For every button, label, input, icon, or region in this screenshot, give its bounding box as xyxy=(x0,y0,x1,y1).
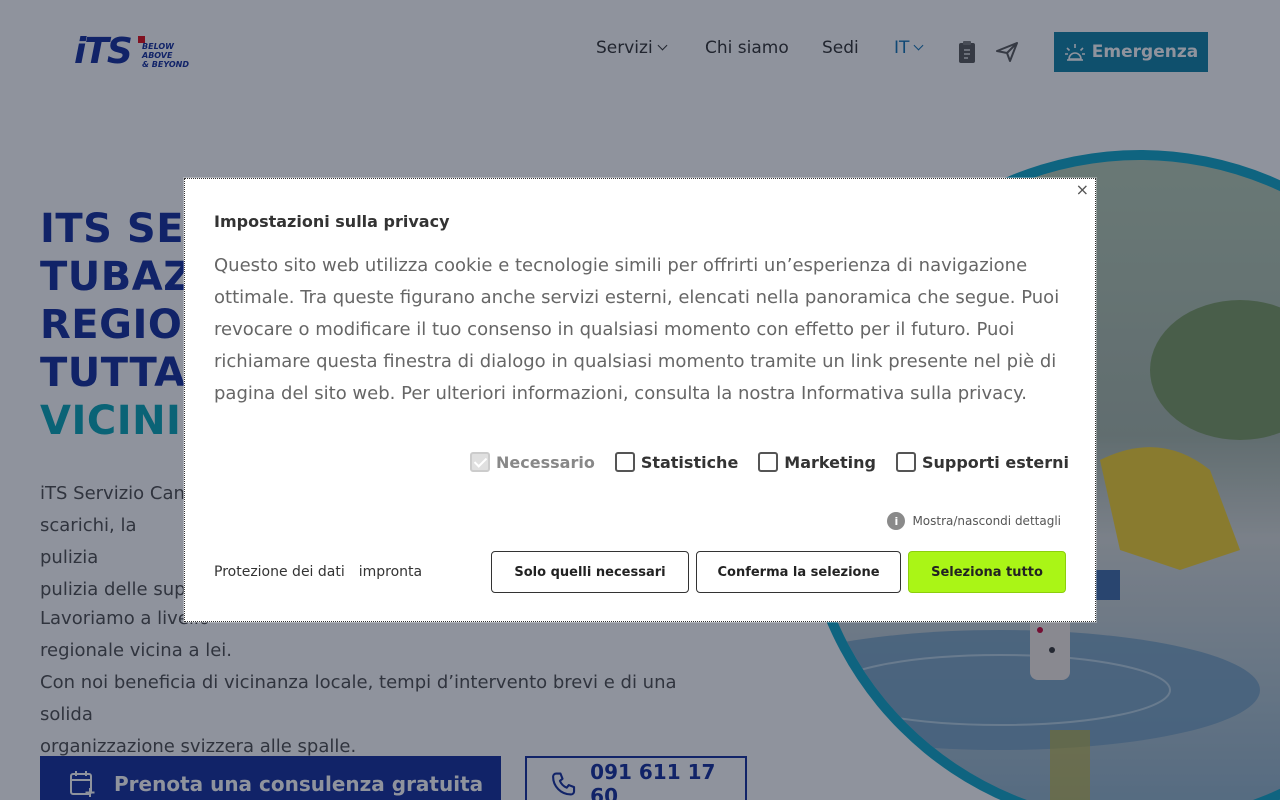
consent-options: Necessario Statistiche Marketing Support… xyxy=(470,452,1069,472)
option-statistiche[interactable]: Statistiche xyxy=(614,452,738,472)
only-necessary-button[interactable]: Solo quelli necessari xyxy=(491,551,689,593)
info-icon: i xyxy=(887,512,906,530)
checkbox-statistiche[interactable] xyxy=(614,452,635,472)
close-icon[interactable]: × xyxy=(1076,181,1089,199)
privacy-settings-dialog: × Impostazioni sulla privacy Questo sito… xyxy=(184,178,1096,622)
option-supporti-esterni[interactable]: Supporti esterni xyxy=(895,452,1069,472)
link-impronta[interactable]: impronta xyxy=(359,564,422,580)
dialog-title: Impostazioni sulla privacy xyxy=(214,212,450,231)
dialog-description: Questo sito web utilizza cookie e tecnol… xyxy=(214,255,1060,404)
checkbox-necessario xyxy=(470,452,491,472)
link-protezione-dati[interactable]: Protezione dei dati xyxy=(214,564,345,580)
option-necessario: Necessario xyxy=(470,452,595,472)
confirm-selection-button[interactable]: Conferma la selezione xyxy=(696,551,901,593)
option-marketing[interactable]: Marketing xyxy=(758,452,876,472)
toggle-details[interactable]: i Mostra/nascondi dettagli xyxy=(887,512,1061,530)
checkbox-marketing[interactable] xyxy=(758,452,779,472)
checkbox-supporti-esterni[interactable] xyxy=(895,452,916,472)
dialog-footer-links: Protezione dei dati impronta xyxy=(214,564,422,580)
select-all-button[interactable]: Seleziona tutto xyxy=(908,551,1066,593)
